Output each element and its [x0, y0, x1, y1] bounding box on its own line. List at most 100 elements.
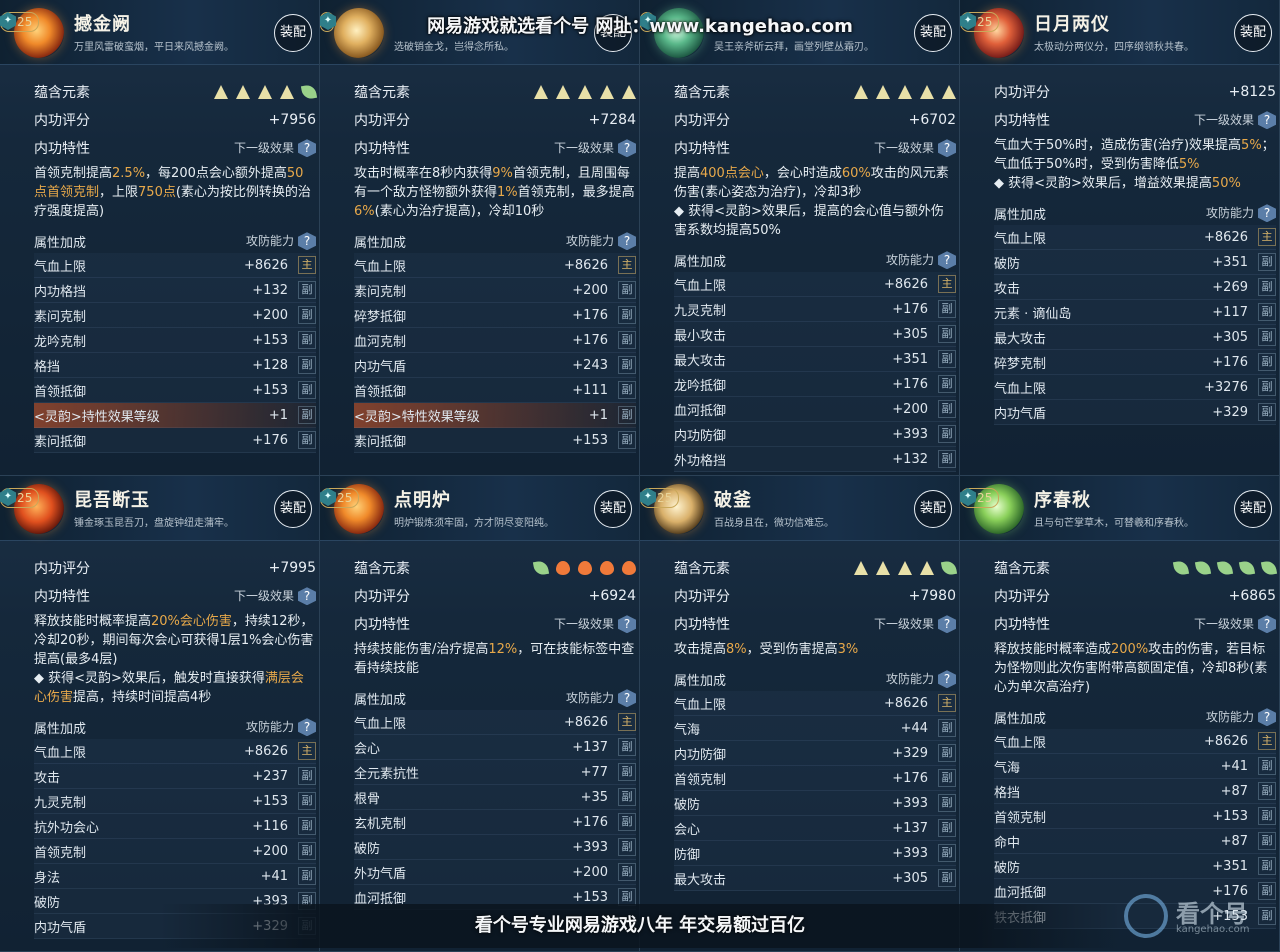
sub-attr-tag: 副	[298, 867, 316, 885]
attack-def-label[interactable]: 攻防能力?	[566, 232, 636, 251]
score-value: +6924	[588, 588, 636, 604]
sub-attr-tag: 副	[1258, 378, 1276, 396]
card-header: ✦ 吴王亲斧斫云拜，画堂列壁丛霜刃。 装配	[640, 0, 959, 65]
attr-value: +8626	[564, 257, 608, 273]
flame-element-icon	[578, 561, 592, 575]
attr-row: 玄机克制 +176 副	[354, 810, 636, 835]
help-icon[interactable]: ?	[1258, 204, 1276, 223]
card-header: 撼金阙 +25 ✦ 万里风雷破蛮烟，平日来风撼金阙。 装配	[0, 0, 319, 65]
attr-value: +137	[892, 820, 928, 836]
attr-value: +176	[252, 432, 288, 448]
attr-name: 内功气盾	[994, 406, 1047, 422]
next-level-link[interactable]: 下一级效果?	[1194, 111, 1276, 130]
attr-value: +269	[1212, 279, 1248, 295]
next-level-link[interactable]: 下一级效果?	[1194, 615, 1276, 634]
sub-attr-tag: 副	[618, 381, 636, 399]
help-icon[interactable]: ?	[938, 615, 956, 634]
next-level-link[interactable]: 下一级效果?	[554, 139, 636, 158]
sub-attr-tag: 副	[1258, 832, 1276, 850]
attr-name: 血河克制	[354, 334, 407, 350]
card-desc: 选破销金戈，岂得念所私。	[394, 42, 514, 53]
score-value: +6865	[1228, 588, 1276, 604]
help-icon[interactable]: ?	[618, 615, 636, 634]
attr-name: 格挡	[994, 785, 1021, 801]
next-level-link[interactable]: 下一级效果?	[234, 139, 316, 158]
sub-attr-tag: 副	[1258, 807, 1276, 825]
attack-def-label[interactable]: 攻防能力?	[246, 718, 316, 737]
attr-row: 血河抵御 +200 副	[674, 397, 956, 422]
equip-button[interactable]: 装配	[594, 490, 632, 528]
equip-button[interactable]: 装配	[914, 490, 952, 528]
attr-value: +176	[892, 376, 928, 392]
attr-value: +111	[572, 382, 608, 398]
attr-row: 气血上限 +8626 主	[34, 739, 316, 764]
brand-domain: kangehao.com	[1176, 924, 1250, 935]
help-icon[interactable]: ?	[298, 232, 316, 251]
help-icon[interactable]: ?	[938, 251, 956, 270]
help-icon[interactable]: ?	[298, 718, 316, 737]
sub-attr-tag: 副	[1258, 328, 1276, 346]
next-level-link[interactable]: 下一级效果?	[234, 587, 316, 606]
sub-attr-tag: 副	[298, 381, 316, 399]
attr-row: 碎梦抵御 +176 副	[354, 303, 636, 328]
help-icon[interactable]: ?	[938, 139, 956, 158]
help-icon[interactable]: ?	[1258, 111, 1276, 130]
next-level-link[interactable]: 下一级效果?	[874, 139, 956, 158]
equip-button[interactable]: 装配	[1234, 14, 1272, 52]
sub-attr-tag: 副	[1258, 253, 1276, 271]
next-level-link[interactable]: 下一级效果?	[554, 615, 636, 634]
help-icon[interactable]: ?	[1258, 615, 1276, 634]
attr-value: +237	[252, 768, 288, 784]
attack-def-label[interactable]: 攻防能力?	[1206, 708, 1276, 727]
attr-value: +305	[892, 326, 928, 342]
attr-name: 防御	[674, 847, 701, 863]
sub-attr-tag: 副	[938, 819, 956, 837]
equip-button[interactable]: 装配	[594, 14, 632, 52]
attr-name: 首领抵御	[34, 384, 87, 400]
help-icon[interactable]: ?	[1258, 708, 1276, 727]
help-icon[interactable]: ?	[298, 139, 316, 158]
equip-button[interactable]: 装配	[914, 14, 952, 52]
card-desc: 明炉锻炼须牢固，方才阴尽变阳纯。	[394, 518, 554, 529]
attr-name: 首领克制	[34, 845, 87, 861]
score-label: 内功评分	[34, 561, 90, 577]
attr-name: 素问抵御	[34, 434, 87, 450]
card-body: 内功评分 +7995 内功特性 下一级效果? 释放技能时概率提高20%会心伤害，…	[34, 554, 316, 939]
equip-button[interactable]: 装配	[274, 14, 312, 52]
elements-label: 蕴含元素	[674, 561, 730, 577]
score-label: 内功评分	[674, 113, 730, 129]
elements-row: 蕴含元素	[674, 78, 956, 106]
attr-name: 气血上限	[354, 716, 407, 732]
attr-name: 身法	[34, 870, 61, 886]
attr-value: +8626	[884, 695, 928, 711]
sub-attr-tag: 副	[618, 838, 636, 856]
elements-icons	[854, 85, 956, 99]
attr-name: 气海	[674, 722, 701, 738]
sub-attr-tag: 副	[1258, 353, 1276, 371]
attack-def-label[interactable]: 攻防能力?	[566, 689, 636, 708]
attack-def-label[interactable]: 攻防能力?	[886, 670, 956, 689]
attr-value: +8626	[244, 257, 288, 273]
next-level-link[interactable]: 下一级效果?	[874, 615, 956, 634]
attr-name: 素问克制	[34, 309, 87, 325]
flame-element-icon	[600, 561, 614, 575]
help-icon[interactable]: ?	[618, 232, 636, 251]
help-icon[interactable]: ?	[938, 670, 956, 689]
card-header: 破釜 +25 ✦ 百战身且在，微功信难忘。 装配	[640, 476, 959, 541]
attr-name: 破防	[34, 895, 61, 911]
attr-label: 属性加成	[354, 235, 407, 251]
attr-name: 最小攻击	[674, 328, 727, 344]
card-desc: 太极动分两仪分，四序纲领秋共春。	[1034, 42, 1194, 53]
attr-row: 首领抵御 +111 副	[354, 378, 636, 403]
trait-label: 内功特性	[354, 141, 410, 157]
equip-button[interactable]: 装配	[1234, 490, 1272, 528]
help-icon[interactable]: ?	[618, 689, 636, 708]
attack-def-label[interactable]: 攻防能力?	[246, 232, 316, 251]
card-header: 点明炉 +25 ✦ 明炉锻炼须牢固，方才阴尽变阳纯。 装配	[320, 476, 639, 541]
attack-def-label[interactable]: 攻防能力?	[1206, 204, 1276, 223]
trait-label: 内功特性	[994, 113, 1050, 129]
attack-def-label[interactable]: 攻防能力?	[886, 251, 956, 270]
help-icon[interactable]: ?	[618, 139, 636, 158]
equip-button[interactable]: 装配	[274, 490, 312, 528]
help-icon[interactable]: ?	[298, 587, 316, 606]
